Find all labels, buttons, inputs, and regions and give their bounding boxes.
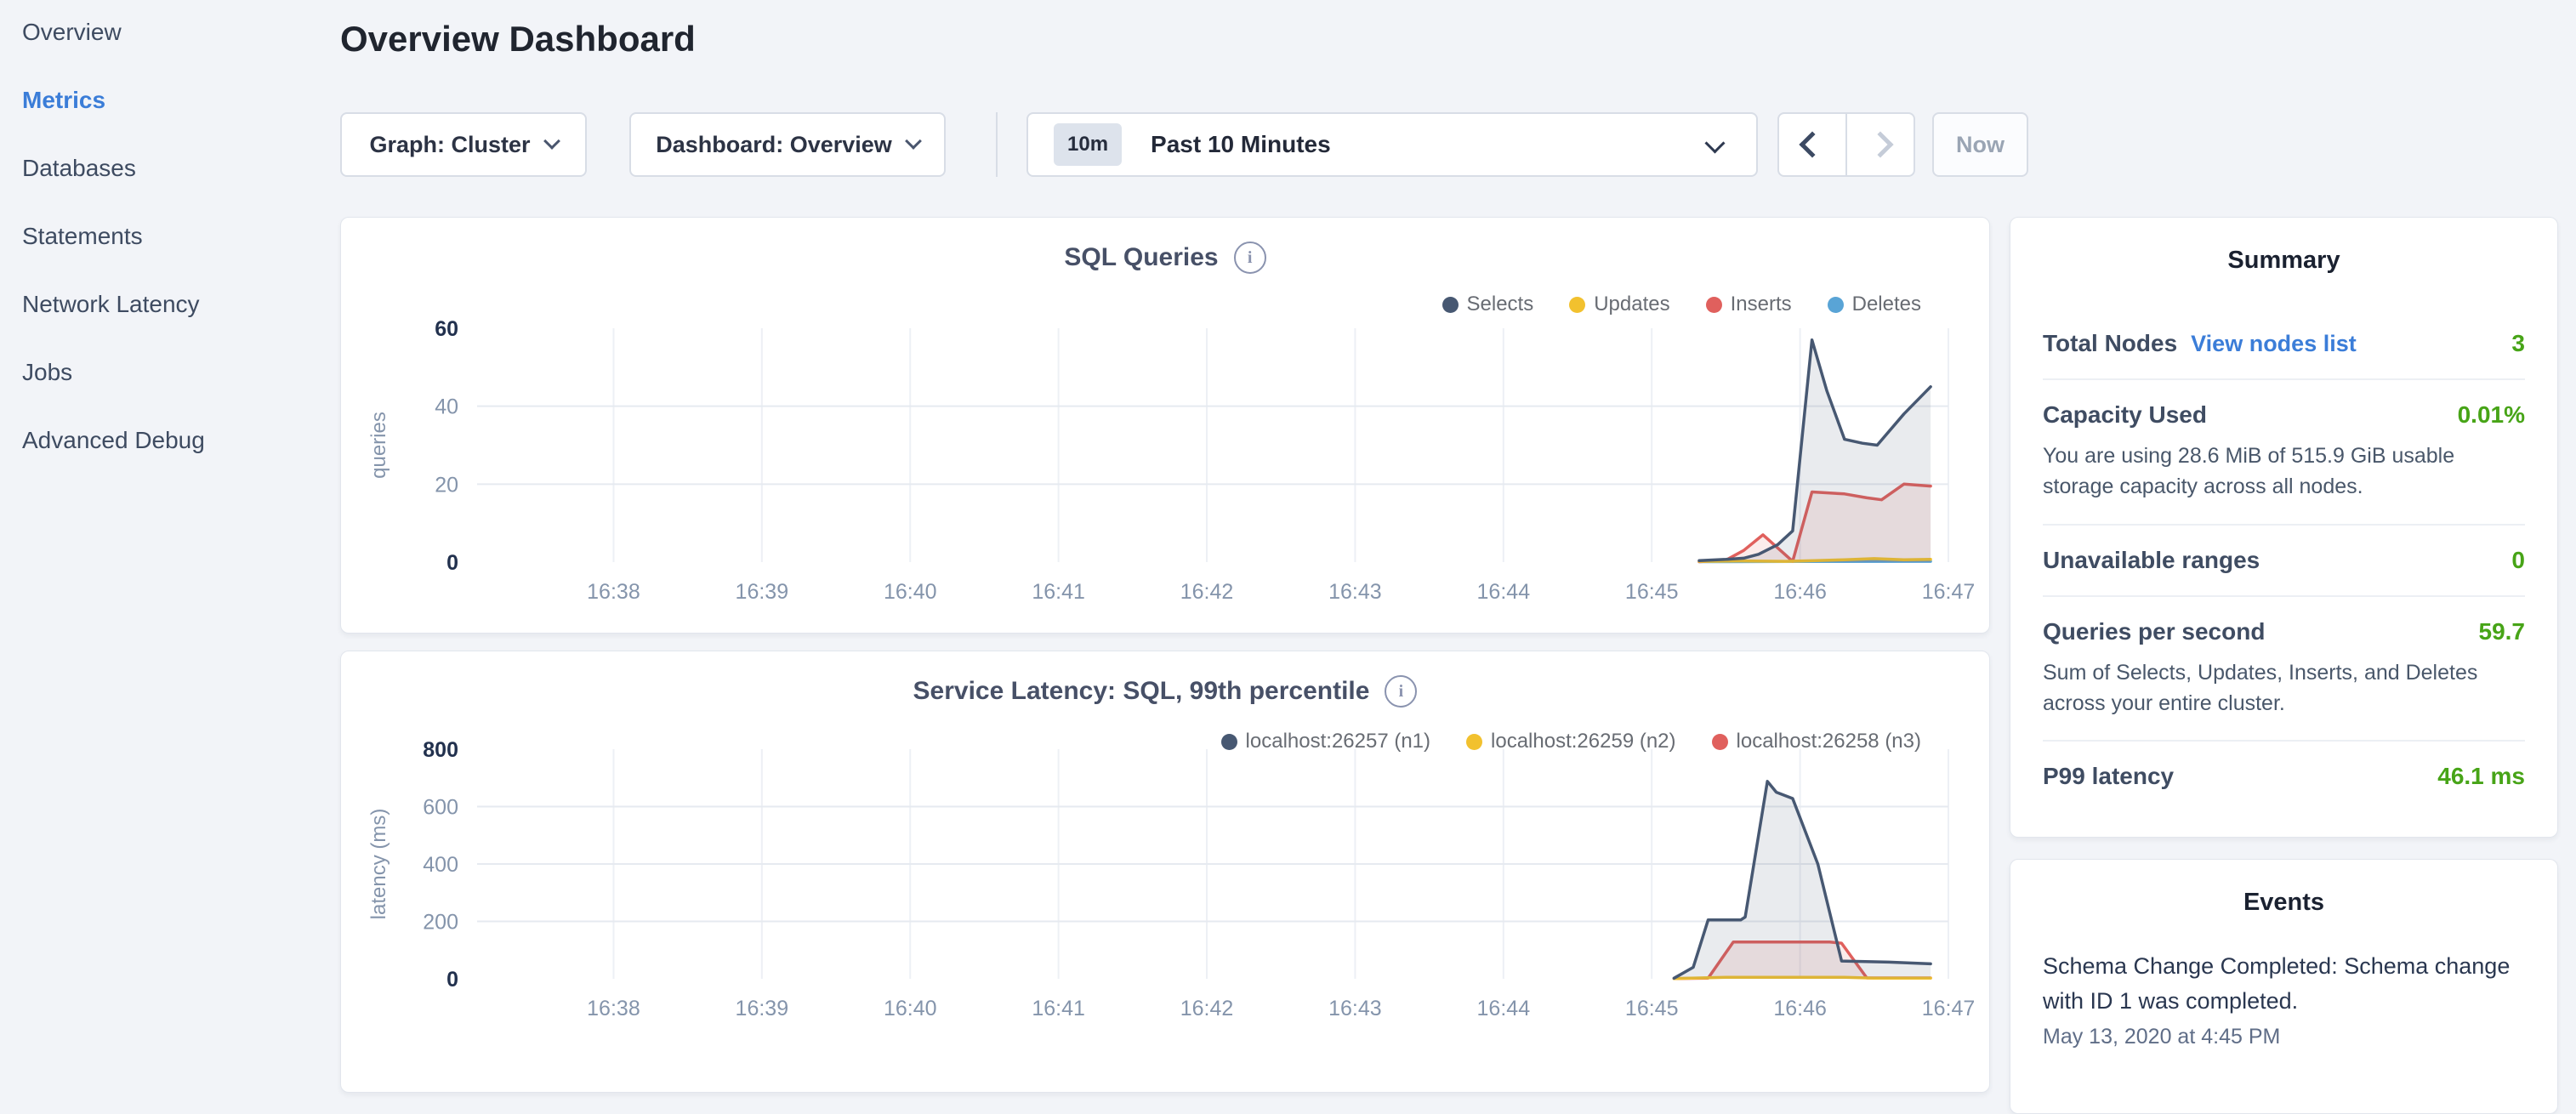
dashboard-dropdown[interactable]: Dashboard: Overview	[629, 112, 946, 177]
summary-row-total-nodes: Total Nodes View nodes list 3	[2043, 309, 2525, 378]
chevron-right-icon	[1867, 131, 1893, 157]
summary-row-p99-latency: P99 latency 46.1 ms	[2043, 740, 2525, 811]
summary-value: 46.1 ms	[2437, 763, 2525, 790]
view-nodes-list-link[interactable]: View nodes list	[2191, 331, 2357, 357]
prev-range-button[interactable]	[1779, 114, 1845, 175]
svg-text:queries: queries	[367, 412, 390, 479]
sidebar-item-metrics[interactable]: Metrics	[22, 80, 105, 121]
svg-text:16:40: 16:40	[884, 580, 937, 604]
toolbar-divider	[996, 112, 998, 177]
summary-label: Unavailable ranges	[2043, 547, 2260, 574]
summary-subtext: Sum of Selects, Updates, Inserts, and De…	[2043, 657, 2525, 719]
summary-subtext: You are using 28.6 MiB of 515.9 GiB usab…	[2043, 440, 2525, 503]
sql-queries-chart-card: SQL Queries i Selects Updates Inserts De…	[340, 217, 1990, 634]
svg-text:16:47: 16:47	[1922, 997, 1976, 1020]
now-button[interactable]: Now	[1932, 112, 2028, 177]
event-text: Schema Change Completed: Schema change w…	[2043, 949, 2525, 1018]
svg-text:16:40: 16:40	[884, 997, 937, 1020]
svg-text:16:39: 16:39	[736, 580, 789, 604]
svg-text:16:46: 16:46	[1773, 580, 1827, 604]
next-range-button[interactable]	[1847, 114, 1914, 175]
svg-text:40: 40	[435, 395, 458, 419]
svg-text:latency (ms): latency (ms)	[367, 809, 390, 920]
svg-text:16:41: 16:41	[1032, 997, 1085, 1020]
chevron-down-icon	[905, 133, 922, 150]
event-timestamp: May 13, 2020 at 4:45 PM	[2043, 1025, 2525, 1049]
svg-text:16:38: 16:38	[587, 997, 640, 1020]
chevron-down-icon	[1704, 133, 1725, 153]
summary-value: 0.01%	[2458, 401, 2525, 429]
svg-text:16:44: 16:44	[1477, 997, 1531, 1020]
summary-row-capacity-used: Capacity Used 0.01% You are using 28.6 M…	[2043, 378, 2525, 524]
events-panel: Events Schema Change Completed: Schema c…	[2010, 859, 2558, 1114]
svg-text:16:41: 16:41	[1032, 580, 1085, 604]
svg-text:16:38: 16:38	[587, 580, 640, 604]
summary-value: 3	[2511, 330, 2525, 357]
svg-text:0: 0	[446, 968, 458, 992]
events-title: Events	[2010, 889, 2557, 917]
svg-text:16:43: 16:43	[1328, 997, 1382, 1020]
svg-text:16:45: 16:45	[1625, 580, 1679, 604]
service-latency-chart-plot: 16:38 16:39 16:40 16:41 16:42 16:43 16:44 16:45…	[341, 651, 1991, 1094]
svg-text:16:46: 16:46	[1773, 997, 1827, 1020]
svg-text:20: 20	[435, 473, 458, 497]
summary-value: 59.7	[2479, 618, 2526, 645]
svg-text:16:39: 16:39	[736, 997, 789, 1020]
sidebar-item-overview[interactable]: Overview	[22, 12, 122, 53]
service-latency-chart-card: Service Latency: SQL, 99th percentile i …	[340, 651, 1990, 1093]
sidebar-item-statements[interactable]: Statements	[22, 216, 143, 257]
summary-row-unavailable-ranges: Unavailable ranges 0	[2043, 524, 2525, 595]
graph-dropdown-label: Graph: Cluster	[369, 132, 530, 158]
summary-label: P99 latency	[2043, 763, 2174, 790]
time-range-badge: 10m	[1054, 123, 1122, 166]
event-list-item[interactable]: Schema Change Completed: Schema change w…	[2043, 949, 2525, 1049]
sql-queries-chart-plot: 16:38 16:39 16:40 16:41 16:42 16:43 16:44 16:45…	[341, 218, 1991, 634]
summary-value: 0	[2511, 547, 2525, 574]
svg-text:60: 60	[435, 317, 458, 341]
svg-text:800: 800	[423, 738, 458, 762]
summary-label: Capacity Used	[2043, 401, 2207, 429]
sidebar-item-jobs[interactable]: Jobs	[22, 352, 72, 393]
summary-panel: Summary Total Nodes View nodes list 3 Ca…	[2010, 217, 2558, 838]
svg-text:400: 400	[423, 853, 458, 877]
admin-ui-root: Overview Metrics Databases Statements Ne…	[0, 0, 2576, 1051]
graph-dropdown[interactable]: Graph: Cluster	[340, 112, 587, 177]
time-range-arrows	[1777, 112, 1915, 177]
sidebar-item-network-latency[interactable]: Network Latency	[22, 284, 200, 325]
svg-text:600: 600	[423, 796, 458, 820]
svg-text:16:42: 16:42	[1180, 997, 1234, 1020]
dashboard-dropdown-label: Dashboard: Overview	[656, 132, 892, 158]
summary-label: Total Nodes	[2043, 330, 2177, 357]
summary-title: Summary	[2010, 247, 2557, 275]
summary-label: Queries per second	[2043, 618, 2265, 645]
svg-text:16:42: 16:42	[1180, 580, 1234, 604]
summary-row-queries-per-second: Queries per second 59.7 Sum of Selects, …	[2043, 595, 2525, 741]
svg-text:16:47: 16:47	[1922, 580, 1976, 604]
svg-text:16:45: 16:45	[1625, 997, 1679, 1020]
time-range-label: Past 10 Minutes	[1151, 131, 1331, 158]
svg-text:0: 0	[446, 551, 458, 575]
svg-text:16:44: 16:44	[1477, 580, 1531, 604]
time-range-select[interactable]: 10m Past 10 Minutes	[1026, 112, 1758, 177]
sidebar-item-advanced-debug[interactable]: Advanced Debug	[22, 420, 205, 461]
svg-text:16:43: 16:43	[1328, 580, 1382, 604]
chevron-left-icon	[1799, 131, 1825, 157]
chevron-down-icon	[543, 133, 560, 150]
page-title: Overview Dashboard	[340, 19, 696, 60]
sidebar-item-databases[interactable]: Databases	[22, 148, 136, 189]
svg-text:200: 200	[423, 911, 458, 935]
